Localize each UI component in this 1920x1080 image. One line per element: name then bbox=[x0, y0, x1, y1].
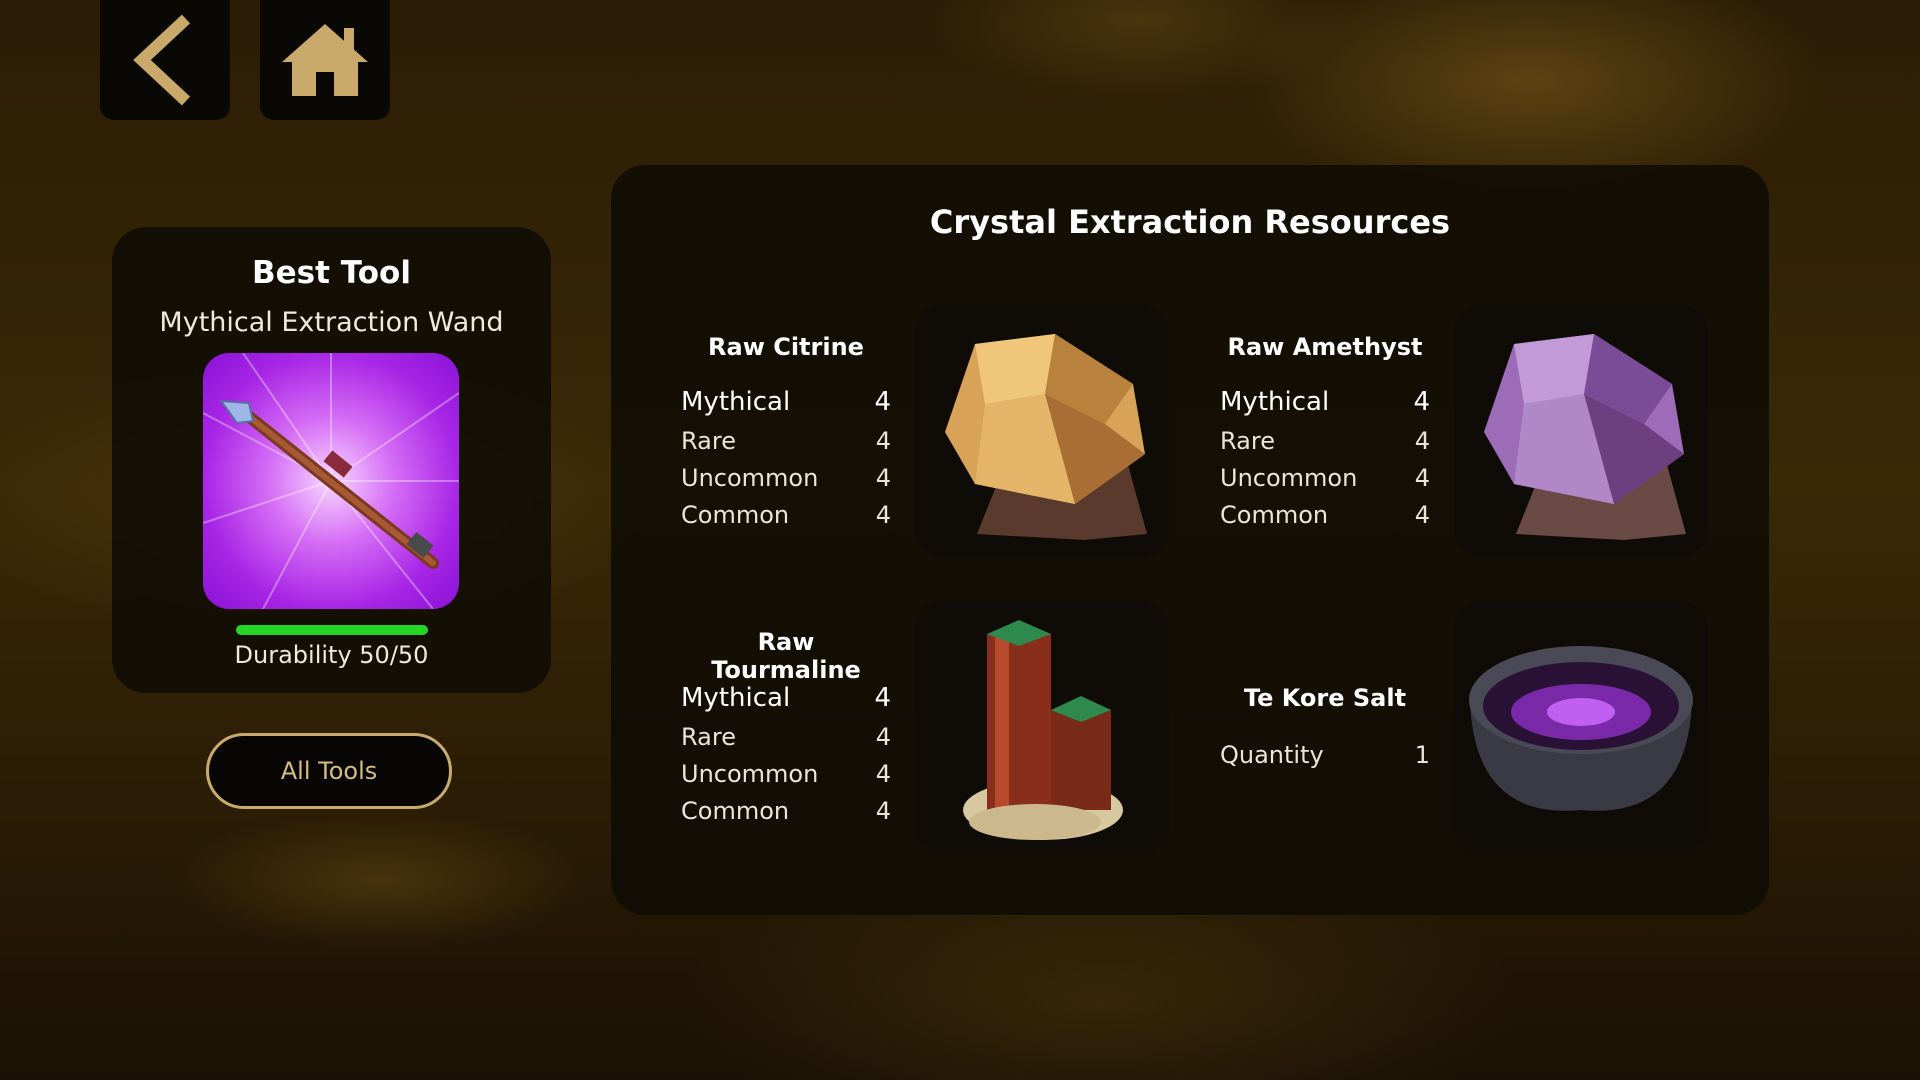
resource-row: Uncommon 4 bbox=[681, 760, 891, 788]
resource-name: Te Kore Salt bbox=[1243, 684, 1407, 712]
all-tools-button[interactable]: All Tools bbox=[206, 733, 452, 809]
resource-image[interactable] bbox=[1454, 304, 1708, 558]
resource-row: Common 4 bbox=[681, 501, 891, 529]
chevron-left-icon bbox=[133, 14, 191, 106]
resource-image[interactable] bbox=[915, 304, 1169, 558]
resource-row: Rare 4 bbox=[681, 723, 891, 751]
resource-row: Mythical 4 bbox=[1220, 387, 1430, 417]
durability-label: Durability 50/50 bbox=[234, 641, 429, 669]
resource-row: Uncommon 4 bbox=[1220, 464, 1430, 492]
resource-row: Rare 4 bbox=[681, 427, 891, 455]
resource-row: Common 4 bbox=[1220, 501, 1430, 529]
resources-title: Crystal Extraction Resources bbox=[929, 203, 1451, 241]
resource-row: Rare 4 bbox=[1220, 427, 1430, 455]
resource-name: Raw Amethyst bbox=[1227, 333, 1423, 361]
durability-bar bbox=[236, 625, 428, 635]
resource-row: Quantity 1 bbox=[1220, 741, 1430, 769]
home-icon bbox=[282, 24, 368, 96]
home-button[interactable] bbox=[260, 0, 390, 120]
resource-row: Uncommon 4 bbox=[681, 464, 891, 492]
tool-image[interactable] bbox=[203, 353, 459, 609]
tourmaline-crystal-icon bbox=[963, 620, 1123, 840]
best-tool-title: Best Tool bbox=[252, 255, 411, 291]
resource-row: Mythical 4 bbox=[681, 683, 891, 713]
resource-image[interactable] bbox=[915, 600, 1169, 854]
resources-panel: Crystal Extraction Resources Raw Citrine… bbox=[611, 165, 1769, 915]
resource-row: Mythical 4 bbox=[681, 387, 891, 417]
resource-name: Raw Citrine bbox=[708, 333, 864, 361]
best-tool-name: Mythical Extraction Wand bbox=[159, 307, 504, 338]
amethyst-crystal-icon bbox=[1484, 334, 1686, 540]
salt-bowl-icon bbox=[1469, 646, 1693, 811]
resource-image[interactable] bbox=[1454, 600, 1708, 854]
resource-row: Common 4 bbox=[681, 797, 891, 825]
extraction-wand-icon bbox=[203, 353, 459, 609]
back-button[interactable] bbox=[100, 0, 230, 120]
citrine-crystal-icon bbox=[945, 334, 1147, 540]
best-tool-panel: Best Tool Mythical Extraction Wand Durab… bbox=[112, 227, 551, 693]
resource-name: Raw Tourmaline bbox=[711, 628, 861, 684]
